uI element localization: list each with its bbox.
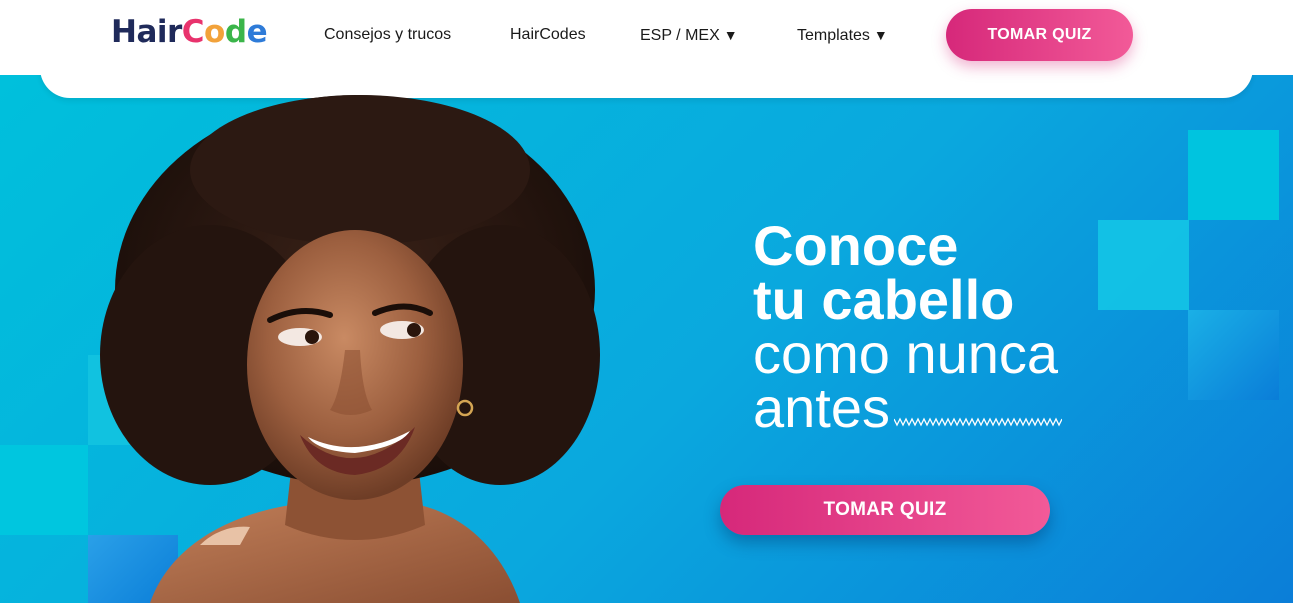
nav-label: HairCodes [510,26,586,43]
hero-portrait-image [100,95,600,603]
logo-hair-text: Hair [111,14,182,50]
logo-letter: e [246,14,268,50]
headline-line-2: tu cabello [753,268,1015,331]
logo-letter: C [181,14,205,50]
nav-label: ESP / MEX [640,27,720,44]
logo-letter: d [224,14,247,50]
take-quiz-button-hero[interactable]: TOMAR QUIZ [720,485,1050,535]
nav-templates-dropdown[interactable]: Templates ▼ [797,25,888,46]
caret-down-icon: ▼ [723,27,738,43]
take-quiz-button-header[interactable]: TOMAR QUIZ [946,9,1133,61]
nav-language-dropdown[interactable]: ESP / MEX ▼ [640,25,738,46]
nav-label: Templates [797,27,870,44]
headline-line-1: Conoce [753,214,959,277]
decorative-tile [1098,220,1189,310]
decorative-tile [1188,130,1279,220]
headline-line-4-wrap: antes [753,380,1062,436]
hero-headline: Conoce tu cabello como nunca antes [753,214,1062,436]
decorative-tile [1188,310,1279,400]
squiggle-underline-icon [894,417,1062,427]
nav-label: Consejos y trucos [324,26,452,43]
nav-haircodes[interactable]: HairCodes [510,25,586,45]
site-header: HairCode Consejos y trucos HairCodes ESP… [0,0,1293,75]
headline-line-4: antes [753,376,890,439]
headline-line-3: como nunca [753,322,1059,385]
caret-down-icon: ▼ [873,27,888,43]
logo-letter: o [204,14,225,50]
haircode-logo[interactable]: HairCode [111,13,268,51]
nav-consejos-y-trucos[interactable]: Consejos y trucos [324,25,451,45]
hero-section: Conoce tu cabello como nunca antes TOMAR… [0,75,1293,603]
